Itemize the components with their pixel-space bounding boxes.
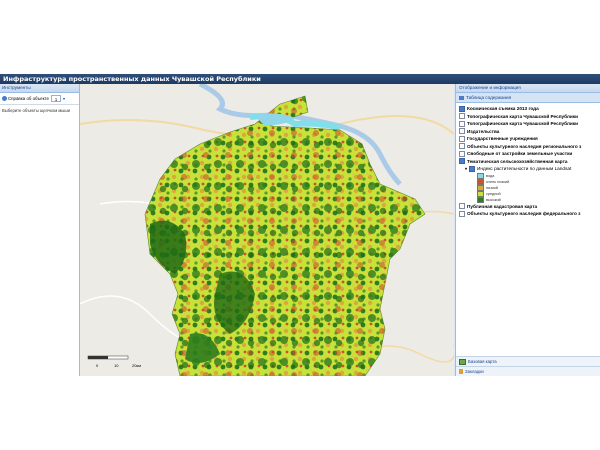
layer-label: Тематическая сельскохозяйственная карта <box>467 158 568 164</box>
tab-table-of-contents[interactable]: Таблица содержания <box>456 93 600 103</box>
layer-label: Публичная кадастровая карта <box>467 203 538 209</box>
scale-label-2: 20км <box>132 363 141 368</box>
map-canvas[interactable] <box>80 84 454 376</box>
layer-label: Объекты культурного наследия федеральног… <box>467 211 581 217</box>
layer-checkbox[interactable] <box>459 143 465 150</box>
info-icon <box>2 96 7 101</box>
layer-checkbox[interactable] <box>459 128 465 135</box>
layer-item[interactable]: Топографическая карта Чувашской Республи… <box>459 113 598 121</box>
bookmark-icon <box>459 369 463 374</box>
legend-label: вода <box>486 173 495 178</box>
layer-item[interactable]: Издательства <box>459 128 598 136</box>
object-info-button[interactable]: Справка об объекте <box>2 96 49 101</box>
map-view[interactable]: 0 10 20км <box>80 84 454 376</box>
gis-application: Инфраструктура пространственных данных Ч… <box>0 74 600 376</box>
info-panel-footer: Базовая карта Закладки <box>456 356 600 376</box>
tab-table-of-contents-label: Таблица содержания <box>466 95 512 100</box>
layer-checkbox[interactable] <box>459 105 465 112</box>
layer-item[interactable]: Космическая съемка 2013 года <box>459 105 598 113</box>
layer-list: Космическая съемка 2013 года Топографиче… <box>456 103 600 353</box>
collapse-icon[interactable]: ▾ <box>465 166 467 171</box>
scale-labels: 0 10 20км <box>90 356 150 370</box>
sublayer-label: Индекс растительности по данным Landsat <box>477 166 572 172</box>
basemap-label: Базовая карта <box>468 359 497 364</box>
layer-item[interactable]: Топографическая карта Чувашской Республи… <box>459 120 598 128</box>
scale-label-1: 10 <box>114 363 119 368</box>
layer-checkbox[interactable] <box>459 158 465 165</box>
layer-checkbox[interactable] <box>459 150 465 157</box>
info-panel: Отображение и информация Таблица содержа… <box>455 84 600 376</box>
scale-label-0: 0 <box>96 363 99 368</box>
object-info-label: Справка об объекте <box>8 96 49 101</box>
layer-label: Топографическая карта Чувашской Республи… <box>467 121 578 127</box>
legend-swatch <box>477 196 484 203</box>
layer-checkbox[interactable] <box>459 113 465 120</box>
app-title: Инфраструктура пространственных данных Ч… <box>0 74 600 84</box>
layer-checkbox[interactable] <box>459 210 465 217</box>
layer-item[interactable]: Публичная кадастровая карта <box>459 203 598 211</box>
bookmarks-label: Закладки <box>465 369 484 374</box>
layer-label: Объекты культурного наследия регионально… <box>467 143 582 149</box>
tools-panel-header: Инструменты <box>0 84 79 93</box>
layer-checkbox[interactable] <box>459 135 465 142</box>
layers-icon <box>459 95 464 100</box>
sublayer-item[interactable]: ▾ Индекс растительности по данным Landsat <box>459 165 598 173</box>
info-panel-header: Отображение и информация <box>456 84 600 93</box>
legend-label: высокий <box>486 197 501 202</box>
layer-item[interactable]: Тематическая сельскохозяйственная карта <box>459 158 598 166</box>
tools-panel: Инструменты Справка об объекте 1 ▾ Выбер… <box>0 84 80 376</box>
selection-hint: Выберите объекты щелчком мыши <box>2 108 70 113</box>
layer-item[interactable]: Объекты культурного наследия регионально… <box>459 143 598 151</box>
selection-mode-select[interactable]: 1 <box>51 95 61 102</box>
layer-checkbox[interactable] <box>459 120 465 127</box>
legend-label: низкий <box>486 185 498 190</box>
tools-toolbar: Справка об объекте 1 ▾ <box>0 93 79 105</box>
layer-item[interactable]: Свободные от застройки земельные участки <box>459 150 598 158</box>
layer-item[interactable]: Объекты культурного наследия федеральног… <box>459 210 598 218</box>
basemap-button[interactable]: Базовая карта <box>456 356 600 366</box>
legend-label: средний <box>486 191 501 196</box>
legend-label: очень низкий <box>486 179 510 184</box>
layer-label: Топографическая карта Чувашской Республи… <box>467 113 578 119</box>
layer-label: Космическая съемка 2013 года <box>467 106 539 112</box>
chevron-down-icon[interactable]: ▾ <box>63 96 65 101</box>
sublayer-checkbox[interactable] <box>469 165 476 172</box>
layer-checkbox[interactable] <box>459 203 465 210</box>
layer-label: Издательства <box>467 128 500 134</box>
layer-label: Свободные от застройки земельные участки <box>467 151 573 157</box>
map-icon <box>459 358 466 365</box>
layer-label: Государственные учреждения <box>467 136 538 142</box>
bookmarks-button[interactable]: Закладки <box>456 366 600 376</box>
layer-item[interactable]: Государственные учреждения <box>459 135 598 143</box>
